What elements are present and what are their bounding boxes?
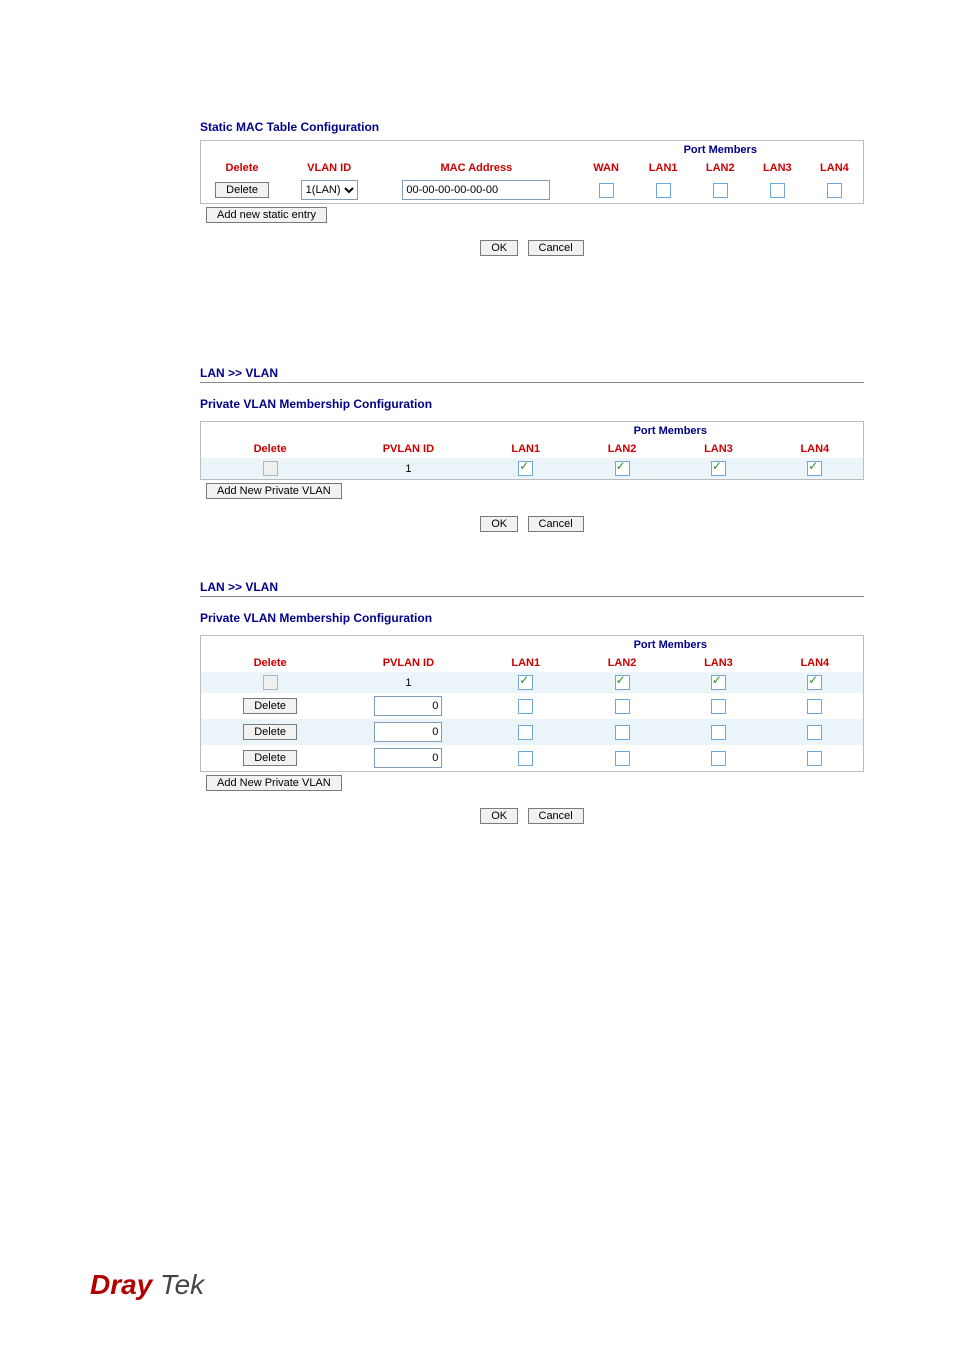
pvlan-row-delete-button[interactable]: Delete — [243, 724, 297, 740]
add-private-vlan-button[interactable]: Add New Private VLAN — [206, 775, 342, 791]
pvlan1-id-cell: 1 — [339, 458, 477, 479]
pvlan-lan2-checkbox[interactable] — [615, 751, 630, 766]
pvlan2-title: Private VLAN Membership Configuration — [200, 611, 864, 625]
vlan-id-select[interactable]: 1(LAN) — [301, 180, 358, 200]
pvlan-lan4-checkbox[interactable] — [807, 751, 822, 766]
wan-checkbox[interactable] — [599, 183, 614, 198]
pvlan1-lan1-checkbox[interactable] — [518, 461, 533, 476]
pvlan-lan3-checkbox[interactable] — [711, 725, 726, 740]
pvlan1-lan3-checkbox[interactable] — [711, 461, 726, 476]
col-delete: Delete — [201, 440, 339, 458]
pvlan1-ok-button[interactable]: OK — [480, 516, 518, 532]
col-pvlan-id: PVLAN ID — [339, 440, 477, 458]
pvlan-lan4-checkbox[interactable] — [807, 699, 822, 714]
col-lan3: LAN3 — [749, 159, 806, 177]
pvlan-lan1-checkbox[interactable] — [518, 725, 533, 740]
col-lan1: LAN1 — [478, 654, 574, 672]
col-pvlan-id: PVLAN ID — [339, 654, 477, 672]
lan2-checkbox[interactable] — [713, 183, 728, 198]
pvlan1-title: Private VLAN Membership Configuration — [200, 397, 864, 411]
col-wan: WAN — [578, 159, 635, 177]
pvlan-id-cell: 1 — [339, 672, 477, 693]
pvlan-lan2-checkbox[interactable] — [615, 675, 630, 690]
col-lan2: LAN2 — [574, 654, 670, 672]
col-lan1: LAN1 — [635, 159, 692, 177]
pvlan1-cancel-button[interactable]: Cancel — [528, 516, 584, 532]
pvlan1-delete-checkbox — [263, 461, 278, 476]
col-lan3: LAN3 — [670, 440, 766, 458]
pvlan1-lan2-checkbox[interactable] — [615, 461, 630, 476]
pvlan-lan3-checkbox[interactable] — [711, 699, 726, 714]
pvlan-row-delete-button[interactable]: Delete — [243, 750, 297, 766]
pvlan2-ok-button[interactable]: OK — [480, 808, 518, 824]
col-lan4: LAN4 — [767, 440, 863, 458]
col-delete: Delete — [201, 654, 339, 672]
static-ok-button[interactable]: OK — [480, 240, 518, 256]
port-members-header: Port Members — [478, 636, 863, 654]
pvlan1-lan4-checkbox[interactable] — [807, 461, 822, 476]
lan3-checkbox[interactable] — [770, 183, 785, 198]
pvlan-lan1-checkbox[interactable] — [518, 675, 533, 690]
pvlan-lan4-checkbox[interactable] — [807, 675, 822, 690]
port-members-header: Port Members — [578, 141, 863, 159]
col-lan4: LAN4 — [806, 159, 863, 177]
breadcrumb: LAN >> VLAN — [200, 580, 864, 597]
pvlan-lan2-checkbox[interactable] — [615, 699, 630, 714]
brand-logo: Dray Tek — [90, 1269, 204, 1301]
pvlan-id-input[interactable] — [374, 696, 442, 716]
pvlan-lan4-checkbox[interactable] — [807, 725, 822, 740]
pvlan-lan3-checkbox[interactable] — [711, 675, 726, 690]
pvlan-id-input[interactable] — [374, 722, 442, 742]
lan4-checkbox[interactable] — [827, 183, 842, 198]
static-cancel-button[interactable]: Cancel — [528, 240, 584, 256]
pvlan-row-delete-button[interactable]: Delete — [243, 698, 297, 714]
pvlan-lan2-checkbox[interactable] — [615, 725, 630, 740]
pvlan-row-delete-checkbox — [263, 675, 278, 690]
pvlan-lan1-checkbox[interactable] — [518, 699, 533, 714]
static-row-delete-button[interactable]: Delete — [215, 182, 269, 198]
col-lan4: LAN4 — [767, 654, 863, 672]
col-mac: MAC Address — [375, 159, 577, 177]
col-vlan-id: VLAN ID — [283, 159, 375, 177]
pvlan-lan1-checkbox[interactable] — [518, 751, 533, 766]
lan1-checkbox[interactable] — [656, 183, 671, 198]
add-static-entry-button[interactable]: Add new static entry — [206, 207, 327, 223]
col-lan1: LAN1 — [478, 440, 574, 458]
pvlan2-cancel-button[interactable]: Cancel — [528, 808, 584, 824]
pvlan-lan3-checkbox[interactable] — [711, 751, 726, 766]
col-delete: Delete — [201, 159, 283, 177]
breadcrumb: LAN >> VLAN — [200, 366, 864, 383]
col-lan2: LAN2 — [692, 159, 749, 177]
static-mac-title: Static MAC Table Configuration — [200, 120, 864, 134]
pvlan-id-input[interactable] — [374, 748, 442, 768]
mac-address-input[interactable] — [402, 180, 550, 200]
port-members-header: Port Members — [478, 422, 863, 440]
add-private-vlan-button[interactable]: Add New Private VLAN — [206, 483, 342, 499]
col-lan3: LAN3 — [670, 654, 766, 672]
col-lan2: LAN2 — [574, 440, 670, 458]
